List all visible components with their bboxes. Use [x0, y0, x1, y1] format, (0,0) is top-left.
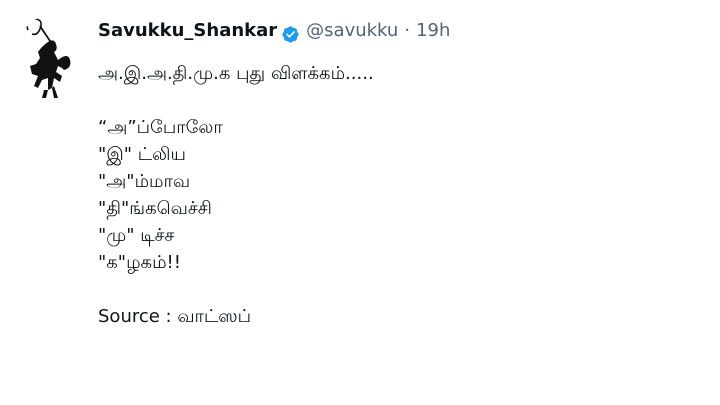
tweet-line: "இ" ட்லிய — [98, 144, 186, 165]
tweet-line: "தி"ங்கவெச்சி — [98, 198, 212, 219]
user-handle[interactable]: @savukku — [306, 14, 398, 48]
tweet-line: "க"ழகம்!! — [98, 252, 181, 273]
tweet-line: "அ"ம்மாவ — [98, 171, 191, 192]
avatar-silhouette-icon — [26, 18, 71, 98]
display-name[interactable]: Savukku_Shankar — [98, 14, 277, 48]
avatar[interactable] — [18, 16, 80, 100]
tweet-header: Savukku_Shankar @savukku · 19h — [98, 14, 700, 48]
tweet-source-line: Source : வாட்ஸப் — [98, 306, 252, 327]
tweet-text: அ.இ.அ.தி.மு.க புது விளக்கம்..... “அ”ப்போ… — [98, 60, 700, 330]
tweet-content: Savukku_Shankar @savukku · 19h அ.இ.அ.தி.… — [98, 14, 700, 330]
verified-badge-icon — [281, 22, 300, 43]
tweet-card[interactable]: Savukku_Shankar @savukku · 19h அ.இ.அ.தி.… — [0, 0, 720, 405]
header-separator: · — [404, 20, 411, 41]
tweet-line: “அ”ப்போலோ — [98, 117, 223, 138]
tweet-line: "மு" டிச்ச — [98, 225, 175, 246]
tweet-timestamp[interactable]: 19h — [416, 14, 450, 48]
tweet-line: அ.இ.அ.தி.மு.க புது விளக்கம்..... — [98, 63, 374, 84]
